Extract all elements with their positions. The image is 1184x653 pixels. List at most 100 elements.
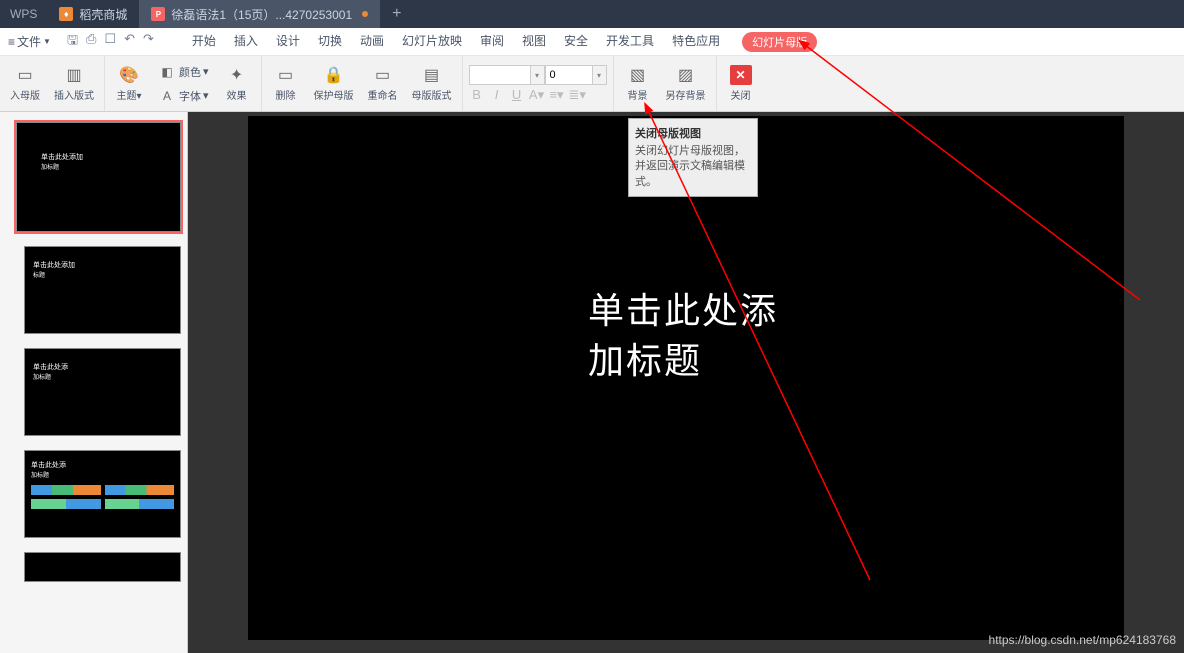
layout-icon: ▥	[64, 65, 84, 85]
insert-layout-button[interactable]: ▥ 插入版式	[50, 60, 98, 108]
menu-design[interactable]: 设计	[276, 32, 300, 52]
delete-button[interactable]: ▭ 删除	[268, 60, 304, 108]
thumbnail-panel[interactable]: 单击此处添加 加标题 单击此处添加 标题 单击此处添 加标题 单击此处添 加标题	[0, 112, 188, 653]
label: 另存背景	[666, 87, 706, 102]
theme-button[interactable]: 🎨 主题▾	[111, 60, 147, 108]
menu-slide-master[interactable]: 幻灯片母版	[742, 32, 817, 52]
tab-store[interactable]: ♦ 稻壳商城	[47, 0, 139, 28]
label: 效果	[227, 87, 247, 102]
fire-icon: ♦	[59, 7, 73, 21]
undo-icon[interactable]: ↶	[124, 31, 135, 53]
menu-start[interactable]: 开始	[192, 32, 216, 52]
format-row: B I U A▾ ≡▾ ≣▾	[469, 87, 607, 103]
thumb-sub: 加标题	[41, 162, 156, 171]
menu-review[interactable]: 审阅	[480, 32, 504, 52]
menu-bar: ≡ 文件 ▼ 🖫 ⎙ ☐ ↶ ↷ 开始 插入 设计 切换 动画 幻灯片放映 审阅…	[0, 28, 1184, 56]
savebg-icon: ▨	[676, 65, 696, 85]
insert-master-button[interactable]: ▭ 入母版	[6, 60, 44, 108]
tab-document[interactable]: P 徐磊语法1（15页）...4270253001	[139, 0, 380, 28]
redo-icon[interactable]: ↷	[143, 31, 154, 53]
save-background-button[interactable]: ▨ 另存背景	[662, 60, 710, 108]
menu-security[interactable]: 安全	[564, 32, 588, 52]
bullets-button[interactable]: ≡▾	[549, 87, 565, 103]
label: 重命名	[368, 87, 398, 102]
effect-button[interactable]: ✦ 效果	[219, 60, 255, 108]
app-name: WPS	[0, 7, 47, 21]
delete-icon: ▭	[276, 65, 296, 85]
ribbon: ▭ 入母版 ▥ 插入版式 🎨 主题▾ ◧颜色▾ A字体▾ ✦ 效果 ▭ 删除 🔒…	[0, 56, 1184, 112]
chevron-down-icon[interactable]: ▾	[531, 65, 545, 85]
ribbon-group-close: ✕ 关闭	[717, 56, 765, 111]
italic-button[interactable]: I	[489, 87, 505, 102]
bold-button[interactable]: B	[469, 87, 485, 102]
rename-button[interactable]: ▭ 重命名	[364, 60, 402, 108]
font-name-combo[interactable]: ▾ ▾	[469, 65, 607, 85]
label: 母版版式	[412, 87, 452, 102]
preview-icon[interactable]: ☐	[104, 31, 116, 53]
menu-transition[interactable]: 切换	[318, 32, 342, 52]
font-icon: A	[157, 86, 177, 106]
menu-tabs: 开始 插入 设计 切换 动画 幻灯片放映 审阅 视图 安全 开发工具 特色应用 …	[162, 32, 817, 52]
rename-icon: ▭	[373, 65, 393, 85]
layout-thumbnail[interactable]: 单击此处添 加标题	[0, 344, 187, 446]
label: 插入版式	[54, 87, 94, 102]
save-icon[interactable]: 🖫	[67, 31, 78, 53]
tab-label: 稻壳商城	[79, 6, 127, 23]
menu-slideshow[interactable]: 幻灯片放映	[402, 32, 462, 52]
font-color-button[interactable]: A▾	[529, 87, 545, 103]
close-master-tooltip: 关闭母版视图 关闭幻灯片母版视图，并返回演示文稿编辑模式。	[628, 118, 758, 197]
chevron-down-icon[interactable]: ▾	[593, 65, 607, 85]
close-icon: ✕	[730, 65, 752, 85]
layout-thumbnail[interactable]: 单击此处添加 标题	[0, 242, 187, 344]
font-button[interactable]: A字体▾	[153, 85, 213, 107]
label: 字体	[179, 88, 201, 104]
tooltip-title: 关闭母版视图	[635, 125, 751, 141]
title-bar: WPS ♦ 稻壳商城 P 徐磊语法1（15页）...4270253001 +	[0, 0, 1184, 28]
palette-icon: 🎨	[119, 65, 139, 85]
main-area: 单击此处添加 加标题 单击此处添加 标题 单击此处添 加标题 单击此处添 加标题	[0, 112, 1184, 653]
thumb-sub: 加标题	[33, 372, 172, 381]
label: 保护母版	[314, 87, 354, 102]
label: 关闭	[731, 87, 751, 102]
title-placeholder[interactable]: 单击此处添 加标题	[588, 286, 778, 387]
quick-access-toolbar: 🖫 ⎙ ☐ ↶ ↷	[59, 31, 162, 53]
layout-thumbnail[interactable]	[0, 548, 187, 592]
master-layout-button[interactable]: ▤ 母版版式	[408, 60, 456, 108]
thumb-title: 单击此处添	[33, 363, 172, 372]
tab-label: 徐磊语法1（15页）...4270253001	[171, 6, 352, 23]
new-tab-button[interactable]: +	[380, 5, 413, 23]
ppt-icon: P	[151, 7, 165, 21]
master-thumbnail[interactable]: 单击此处添加 加标题	[0, 118, 187, 242]
underline-button[interactable]: U	[509, 87, 525, 102]
content-grid	[31, 485, 174, 509]
align-button[interactable]: ≣▾	[569, 87, 585, 103]
font-size-input[interactable]	[545, 65, 593, 85]
menu-dev[interactable]: 开发工具	[606, 32, 654, 52]
watermark: https://blog.csdn.net/mp624183768	[989, 633, 1176, 647]
layout-thumbnail[interactable]: 单击此处添 加标题	[0, 446, 187, 548]
effect-icon: ✦	[227, 65, 247, 85]
menu-animation[interactable]: 动画	[360, 32, 384, 52]
font-name-input[interactable]	[469, 65, 531, 85]
menu-special[interactable]: 特色应用	[672, 32, 720, 52]
menu-view[interactable]: 视图	[522, 32, 546, 52]
label: 主题▾	[116, 87, 141, 102]
thumb-title: 单击此处添加	[33, 261, 172, 270]
close-master-button[interactable]: ✕ 关闭	[723, 60, 759, 108]
tooltip-body: 关闭幻灯片母版视图，并返回演示文稿编辑模式。	[635, 144, 751, 190]
label: 入母版	[10, 87, 40, 102]
chevron-down-icon: ▼	[43, 37, 51, 46]
print-icon[interactable]: ⎙	[86, 31, 96, 53]
label: 删除	[276, 87, 296, 102]
file-menu[interactable]: ≡ 文件 ▼	[0, 33, 59, 50]
lock-icon: 🔒	[324, 65, 344, 85]
ribbon-group-theme: 🎨 主题▾ ◧颜色▾ A字体▾ ✦ 效果	[105, 56, 262, 111]
background-button[interactable]: ▧ 背景	[620, 60, 656, 108]
hamburger-icon: ≡	[8, 35, 15, 49]
layout2-icon: ▤	[422, 65, 442, 85]
menu-insert[interactable]: 插入	[234, 32, 258, 52]
protect-master-button[interactable]: 🔒 保护母版	[310, 60, 358, 108]
title-line1: 单击此处添	[588, 286, 778, 336]
ribbon-group-background: ▧ 背景 ▨ 另存背景	[614, 56, 717, 111]
color-button[interactable]: ◧颜色▾	[153, 61, 213, 83]
